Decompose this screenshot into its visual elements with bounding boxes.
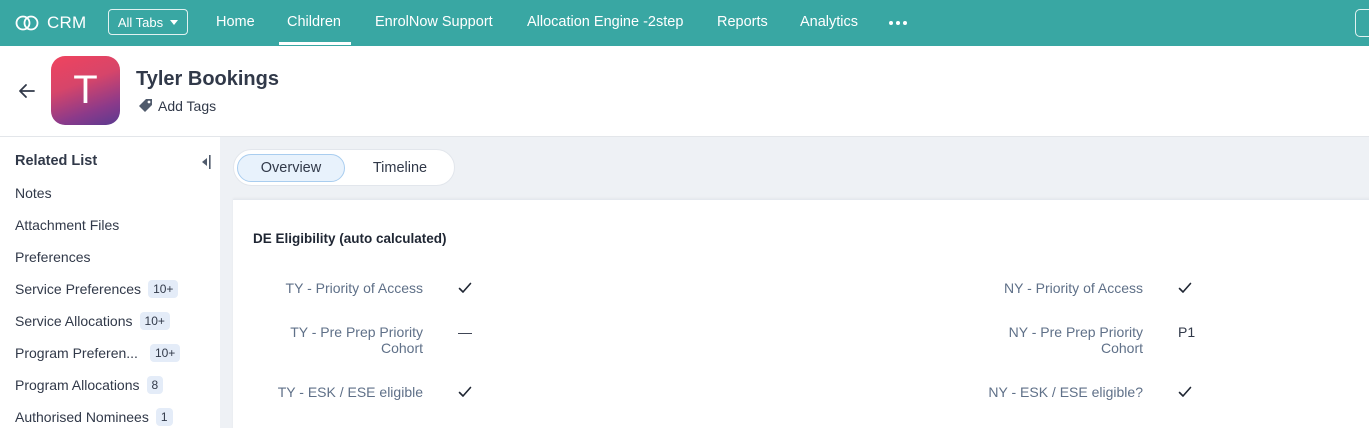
related-list-title: Related List — [15, 153, 98, 169]
field-value-ty-pre-prep-priority-cohort: — — [458, 324, 472, 340]
field-label-ty-esk-ese-eligible: TY - ESK / ESE eligible — [277, 384, 423, 400]
crm-logo-icon — [15, 15, 39, 31]
back-arrow-icon[interactable] — [16, 80, 38, 102]
avatar-letter: T — [73, 68, 98, 112]
count-badge: 10+ — [139, 312, 170, 330]
nav-tab-analytics[interactable]: Analytics — [800, 0, 858, 46]
related-item-label: Service Allocations — [15, 313, 133, 329]
related-item-program-preferences[interactable]: Program Preferen... 10+ — [15, 342, 181, 364]
brand-name: CRM — [47, 13, 87, 32]
nav-tab-enrolnow-support[interactable]: EnrolNow Support — [375, 0, 493, 46]
collapse-sidebar-icon[interactable] — [200, 154, 212, 175]
related-item-service-preferences[interactable]: Service Preferences 10+ — [15, 278, 179, 300]
check-icon — [1178, 282, 1192, 293]
crm-logo[interactable]: CRM — [15, 0, 86, 46]
field-label-ny-pre-prep-priority-cohort: NY - Pre Prep Priority Cohort — [1008, 324, 1143, 356]
section-title: DE Eligibility (auto calculated) — [253, 231, 447, 246]
nav-tab-home[interactable]: Home — [216, 0, 255, 46]
related-item-label: Program Allocations — [15, 377, 140, 393]
check-icon — [458, 386, 472, 397]
related-list-sidebar: Related List Notes Attachment Files Pref… — [0, 137, 220, 428]
related-item-preferences[interactable]: Preferences — [15, 246, 90, 268]
related-item-service-allocations[interactable]: Service Allocations 10+ — [15, 310, 170, 332]
related-item-attachment-files[interactable]: Attachment Files — [15, 214, 119, 236]
nav-tab-children[interactable]: Children — [287, 0, 341, 46]
related-item-notes[interactable]: Notes — [15, 182, 52, 204]
all-tabs-label: All Tabs — [117, 14, 164, 30]
related-item-label: Program Preferen... — [15, 345, 138, 361]
check-icon — [1178, 386, 1192, 397]
count-badge: 1 — [155, 408, 173, 426]
field-label-ny-esk-ese-eligible: NY - ESK / ESE eligible? — [988, 384, 1143, 400]
top-navigation-bar: CRM All Tabs Home Children EnrolNow Supp… — [0, 0, 1369, 46]
count-badge: 10+ — [149, 344, 181, 362]
chevron-down-icon — [170, 19, 179, 25]
all-tabs-dropdown[interactable]: All Tabs — [108, 9, 188, 35]
topbar-right-button[interactable] — [1355, 9, 1369, 37]
active-tab-indicator — [279, 42, 351, 45]
more-tabs-icon[interactable] — [889, 21, 907, 25]
tab-timeline[interactable]: Timeline — [354, 154, 446, 182]
nav-tab-reports[interactable]: Reports — [717, 0, 768, 46]
record-title: Tyler Bookings — [136, 68, 279, 90]
field-label-ny-priority-of-access: NY - Priority of Access — [1003, 280, 1143, 296]
add-tags-label: Add Tags — [158, 97, 217, 114]
record-tabs: Overview Timeline — [233, 149, 455, 186]
add-tags-button[interactable]: Add Tags — [137, 97, 216, 114]
tag-icon — [139, 99, 152, 112]
count-badge: 10+ — [148, 280, 179, 298]
related-item-label: Attachment Files — [15, 217, 120, 233]
related-item-label: Preferences — [15, 249, 91, 265]
field-label-ty-pre-prep-priority-cohort: TY - Pre Prep Priority Cohort — [290, 324, 423, 356]
record-avatar[interactable]: T — [51, 56, 120, 125]
nav-tab-allocation-engine[interactable]: Allocation Engine -2step — [527, 0, 683, 46]
related-item-label: Authorised Nominees — [15, 409, 149, 425]
de-eligibility-section: DE Eligibility (auto calculated) TY - Pr… — [233, 199, 1369, 428]
check-icon — [458, 282, 472, 293]
related-item-program-allocations[interactable]: Program Allocations 8 — [15, 374, 164, 396]
tab-overview[interactable]: Overview — [237, 154, 345, 182]
related-item-authorised-nominees[interactable]: Authorised Nominees 1 — [15, 406, 173, 428]
field-label-ty-priority-of-access: TY - Priority of Access — [285, 280, 423, 296]
related-item-label: Service Preferences — [15, 281, 142, 297]
field-value-ny-pre-prep-priority-cohort: P1 — [1178, 324, 1196, 340]
main-content: Overview Timeline DE Eligibility (auto c… — [220, 137, 1369, 428]
related-item-label: Notes — [15, 185, 52, 201]
count-badge: 8 — [146, 376, 164, 394]
